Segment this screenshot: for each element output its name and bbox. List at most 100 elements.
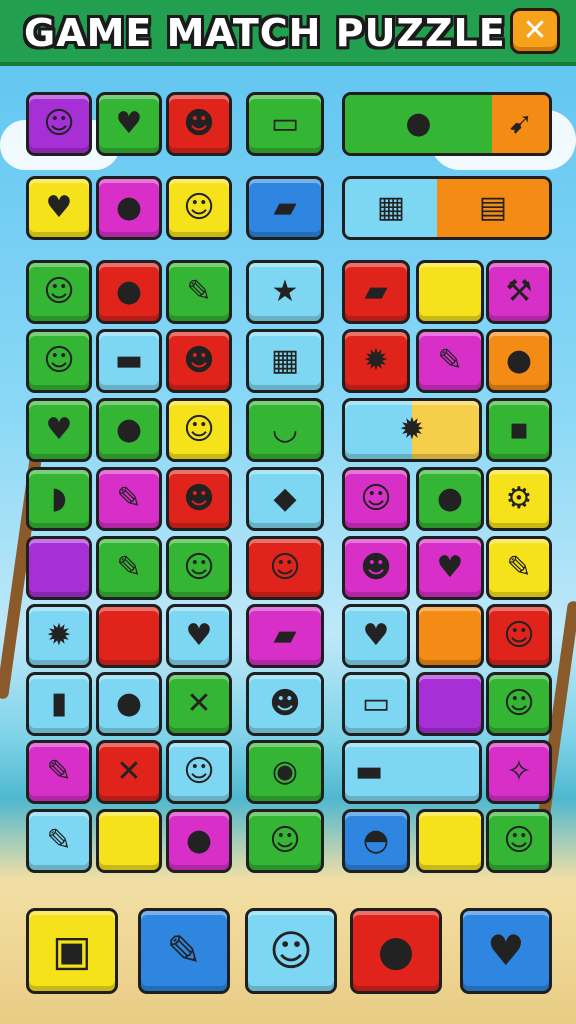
tile[interactable]	[416, 809, 484, 873]
tile[interactable]: ☺	[166, 176, 232, 240]
tile[interactable]: ✎	[26, 740, 92, 804]
tile[interactable]: ✕	[96, 740, 162, 804]
tile[interactable]: ☺	[26, 92, 92, 156]
tile[interactable]: ☺	[166, 740, 232, 804]
blob-face-icon: ☺	[43, 343, 75, 378]
tile[interactable]: ●	[486, 329, 552, 393]
tile[interactable]: ▬	[96, 329, 162, 393]
tile[interactable]: ♥	[342, 604, 410, 668]
apple-icon: ●	[115, 412, 143, 447]
tile[interactable]: ✎	[26, 809, 92, 873]
bar-tile[interactable]: ▦ ▤	[342, 176, 552, 240]
tile[interactable]: ✎	[416, 329, 484, 393]
tile[interactable]: ☺	[246, 536, 324, 600]
tile[interactable]: ▮	[26, 672, 92, 736]
tile[interactable]: ●	[166, 809, 232, 873]
tile[interactable]: ⚒	[486, 260, 552, 324]
bear-face-icon: ☻	[183, 343, 215, 378]
tile[interactable]: ✎	[486, 536, 552, 600]
tile[interactable]: ●	[416, 467, 484, 531]
tile[interactable]: ✎	[166, 260, 232, 324]
tile[interactable]	[416, 672, 484, 736]
tile[interactable]: ♥	[26, 176, 92, 240]
tile[interactable]: ☺	[342, 467, 410, 531]
tile[interactable]: ☺	[26, 329, 92, 393]
tile[interactable]: ☺	[486, 672, 552, 736]
tile[interactable]: ♥	[166, 604, 232, 668]
tile[interactable]: ◓	[342, 809, 410, 873]
tile[interactable]: ✕	[166, 672, 232, 736]
tile[interactable]	[96, 604, 162, 668]
tile[interactable]: ▦	[246, 329, 324, 393]
tile[interactable]: ✎	[96, 536, 162, 600]
tile[interactable]: ☺	[486, 809, 552, 873]
tile[interactable]: ☺	[166, 536, 232, 600]
box-icon: ▪	[508, 412, 530, 447]
tile[interactable]: ☻	[246, 672, 324, 736]
tile[interactable]: ♥	[416, 536, 484, 600]
board-icon: ▭	[361, 686, 391, 721]
tile[interactable]: ●	[96, 176, 162, 240]
pencil-icon: ✎	[116, 550, 142, 585]
star-creature-icon: ✹	[399, 412, 425, 447]
tile[interactable]: ♥	[460, 908, 552, 994]
tile[interactable]: ✎	[138, 908, 230, 994]
heart-icon: ♥	[115, 106, 143, 141]
heart-icon: ♥	[45, 190, 73, 225]
tile[interactable]: ▰	[246, 604, 324, 668]
compass-icon: ◉	[271, 754, 299, 789]
pencil-icon: ✎	[46, 754, 72, 789]
tile[interactable]: ☻	[166, 467, 232, 531]
tile[interactable]: ✎	[96, 467, 162, 531]
heart-icon: ♥	[185, 618, 213, 653]
tile[interactable]: ✧	[486, 740, 552, 804]
tile[interactable]: ☻	[342, 536, 410, 600]
tile[interactable]: ✹	[342, 398, 482, 462]
tile[interactable]	[26, 536, 92, 600]
tile[interactable]	[96, 809, 162, 873]
bear-face-icon: ☻	[183, 481, 215, 516]
tile[interactable]: ♥	[26, 398, 92, 462]
tile[interactable]	[416, 260, 484, 324]
tile[interactable]: ★	[246, 260, 324, 324]
banana-icon: ◗	[51, 481, 67, 516]
bar-tile[interactable]: ● ➹	[342, 92, 552, 156]
branch-icon: ✧	[506, 754, 532, 789]
tile[interactable]: ▰	[246, 176, 324, 240]
tile[interactable]: ▭	[342, 672, 410, 736]
tile[interactable]: ▬	[342, 740, 482, 804]
tile[interactable]: ☻	[166, 92, 232, 156]
tile[interactable]: ●	[96, 260, 162, 324]
tile[interactable]: ☻	[166, 329, 232, 393]
bus-icon: ▦	[376, 190, 406, 225]
tile[interactable]: ◡	[246, 398, 324, 462]
tile[interactable]: ▰	[342, 260, 410, 324]
balloon-icon: ●	[405, 106, 432, 141]
tile[interactable]: ◉	[246, 740, 324, 804]
tile[interactable]	[416, 604, 484, 668]
tile[interactable]: ⚙	[486, 467, 552, 531]
tile[interactable]: ●	[350, 908, 442, 994]
tile[interactable]: ✹	[26, 604, 92, 668]
tile[interactable]: ☺	[245, 908, 337, 994]
tile[interactable]: ☺	[246, 809, 324, 873]
apple-icon: ●	[115, 190, 143, 225]
star-creature-icon: ✹	[46, 618, 72, 653]
tile[interactable]: ☺	[26, 260, 92, 324]
tile[interactable]: ●	[96, 398, 162, 462]
tile[interactable]: ◆	[246, 467, 324, 531]
pencil-ball-icon: ✎	[166, 926, 202, 975]
tile[interactable]: ●	[96, 672, 162, 736]
tile[interactable]: ▪	[486, 398, 552, 462]
tile[interactable]: ☺	[166, 398, 232, 462]
tile[interactable]: ▭	[246, 92, 324, 156]
tile[interactable]: ▣	[26, 908, 118, 994]
ghost-face-icon: ☺	[269, 823, 301, 858]
tile[interactable]: ◗	[26, 467, 92, 531]
tile[interactable]: ✹	[342, 329, 410, 393]
star-creature-icon: ✹	[363, 343, 389, 378]
tile[interactable]: ♥	[96, 92, 162, 156]
heart-icon: ♥	[487, 926, 525, 975]
magnifier-icon: ◓	[362, 823, 390, 858]
tile[interactable]: ☺	[486, 604, 552, 668]
